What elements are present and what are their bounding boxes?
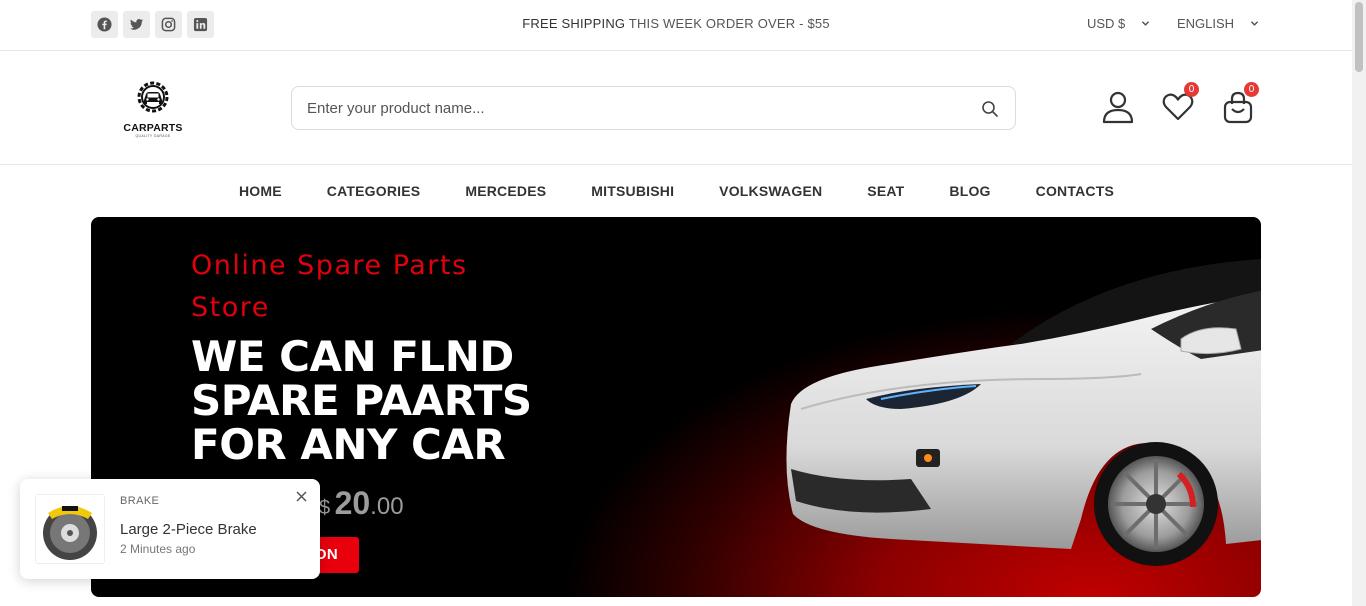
hero-title-line: FOR ANY CAR xyxy=(191,420,506,469)
hero-title-line: WE CAN FLND xyxy=(191,332,514,381)
price-cents: .00 xyxy=(370,493,404,520)
nav-home[interactable]: HOME xyxy=(216,166,304,216)
main-header: CARPARTS QUALITY GARAGE 0 0 xyxy=(0,52,1352,165)
price-whole: 20 xyxy=(334,485,371,521)
site-logo[interactable]: CARPARTS QUALITY GARAGE xyxy=(118,78,188,138)
price-currency: $ xyxy=(319,497,331,519)
cart-icon[interactable]: 0 xyxy=(1221,82,1259,124)
wishlist-count-badge: 0 xyxy=(1184,82,1199,97)
nav-seat[interactable]: SEAT xyxy=(844,166,926,216)
nav-contacts[interactable]: CONTACTS xyxy=(1013,166,1136,216)
page-scrollbar[interactable] xyxy=(1352,0,1366,606)
language-selector[interactable]: ENGLISH xyxy=(1177,16,1259,31)
nav-blog[interactable]: BLOG xyxy=(926,166,1012,216)
car-image xyxy=(786,259,1261,566)
promo-highlight: FREE SHIPPING xyxy=(522,16,626,31)
cart-count-badge: 0 xyxy=(1244,82,1259,97)
logo-text: CARPARTS xyxy=(123,122,183,134)
popup-time: 2 Minutes ago xyxy=(120,542,196,556)
chevron-down-icon xyxy=(1142,21,1150,26)
hero-title: WE CAN FLND SPARE PAARTS FOR ANY CAR xyxy=(191,335,611,467)
search-input[interactable] xyxy=(292,87,942,129)
scrollbar-thumb[interactable] xyxy=(1355,2,1363,72)
main-nav: HOME CATEGORIES MERCEDES MITSUBISHI VOLK… xyxy=(0,166,1352,216)
search-icon[interactable] xyxy=(981,100,999,118)
search-box xyxy=(291,86,1016,130)
nav-mercedes[interactable]: MERCEDES xyxy=(442,166,568,216)
promo-text: THIS WEEK ORDER OVER - $55 xyxy=(625,16,830,31)
chevron-down-icon xyxy=(1250,21,1259,26)
recent-purchase-popup: BRAKE Large 2-Piece Brake 2 Minutes ago xyxy=(20,479,320,579)
popup-category: BRAKE xyxy=(120,495,160,507)
popup-product-name[interactable]: Large 2-Piece Brake xyxy=(120,521,257,538)
hero-price: $ 20.00 xyxy=(319,485,404,522)
top-bar: FREE SHIPPING THIS WEEK ORDER OVER - $55… xyxy=(0,0,1352,51)
page: FREE SHIPPING THIS WEEK ORDER OVER - $55… xyxy=(0,0,1366,606)
currency-label: USD $ xyxy=(1087,16,1126,31)
car-gear-logo-icon xyxy=(137,81,169,113)
hero-title-line: SPARE PAARTS xyxy=(191,376,532,425)
nav-mitsubishi[interactable]: MITSUBISHI xyxy=(568,166,696,216)
wishlist-icon[interactable]: 0 xyxy=(1161,82,1199,124)
account-icon[interactable] xyxy=(1101,90,1135,124)
hero-subtitle: Online Spare Parts Store xyxy=(191,250,468,323)
brake-product-image[interactable] xyxy=(35,494,105,564)
close-icon[interactable] xyxy=(296,491,307,502)
nav-categories[interactable]: CATEGORIES xyxy=(304,166,443,216)
logo-tagline: QUALITY GARAGE xyxy=(135,134,171,138)
currency-selector[interactable]: USD $ xyxy=(1087,16,1150,31)
language-label: ENGLISH xyxy=(1177,16,1235,31)
nav-volkswagen[interactable]: VOLKSWAGEN xyxy=(696,166,844,216)
